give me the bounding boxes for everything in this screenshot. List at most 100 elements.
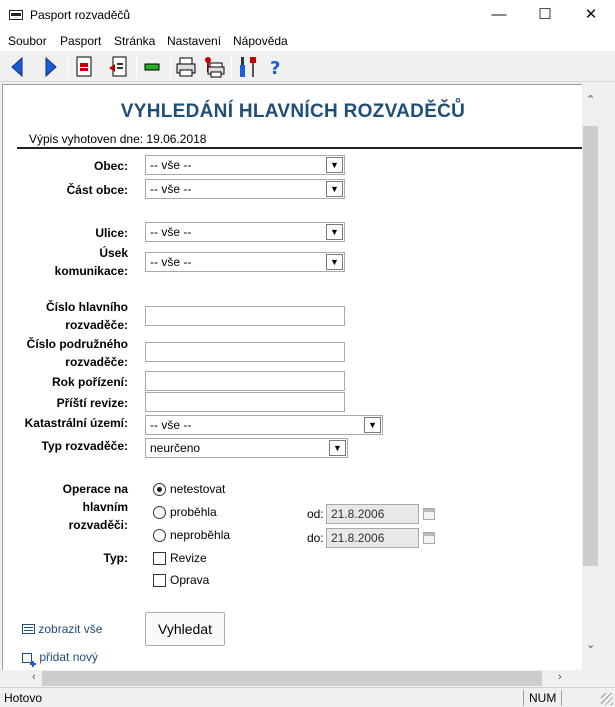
radio-netestovat-label: netestovat (170, 482, 226, 496)
horizontal-scrollbar[interactable]: ‹ › (2, 670, 599, 687)
rok-porizeni-label: Rok pořízení: (51, 375, 128, 389)
list-icon (22, 624, 35, 634)
printer-icon[interactable] (174, 55, 198, 79)
radio-probehla[interactable] (153, 506, 166, 519)
content-area: VYHLEDÁNÍ HLAVNÍCH ROZVADĚČŮ Výpis vyhot… (2, 84, 582, 670)
print-settings-icon[interactable] (202, 55, 226, 79)
show-all-label: zobrazit vše (38, 622, 103, 636)
cislo-podruzneho-label: Číslo podružného rozvaděče: (13, 335, 128, 371)
cislo-hlavniho-label: Číslo hlavního rozvaděče: (13, 298, 128, 334)
num-lock-indicator: NUM (529, 691, 557, 705)
menu-nastaveni[interactable]: Nastavení (167, 34, 221, 48)
show-all-link[interactable]: zobrazit vše (22, 622, 102, 636)
maximize-button[interactable]: ☐ (522, 0, 568, 31)
ulice-label: Ulice: (95, 226, 128, 240)
obec-label: Obec: (93, 159, 128, 173)
chevron-down-icon: ▼ (326, 254, 343, 270)
scroll-right-icon[interactable]: › (558, 671, 562, 683)
usek-select[interactable]: -- vše -- ▼ (145, 252, 345, 272)
svg-text:?: ? (270, 58, 280, 79)
usek-select-value: -- vše -- (150, 255, 192, 269)
chevron-down-icon: ▼ (329, 440, 346, 456)
add-icon (22, 653, 36, 667)
resize-grip-icon[interactable] (601, 693, 613, 705)
obec-select-value: -- vše -- (150, 158, 192, 172)
toolbar: ? (0, 51, 615, 82)
vertical-scrollbar[interactable]: ⌃ ⌄ (582, 84, 599, 670)
do-label: do: (307, 531, 324, 545)
green-bar-icon[interactable] (141, 55, 165, 79)
forward-arrow-icon[interactable] (38, 55, 62, 79)
radio-probehla-label: proběhla (170, 505, 217, 519)
tools-icon[interactable] (236, 55, 260, 79)
pristi-revize-label: Příští revize: (56, 396, 128, 410)
title-divider (17, 147, 582, 149)
scroll-up-icon[interactable]: ⌃ (586, 93, 595, 106)
od-label: od: (307, 507, 324, 521)
chevron-down-icon: ▼ (326, 224, 343, 240)
typ-rozvadece-label: Typ rozvaděče: (41, 439, 128, 453)
calendar-icon[interactable] (423, 532, 435, 544)
oprava-checkbox-label: Oprava (170, 573, 210, 587)
od-date-input[interactable]: 21.8.2006 (326, 504, 419, 524)
scroll-left-icon[interactable]: ‹ (32, 671, 36, 683)
status-text: Hotovo (4, 691, 43, 705)
pristi-revize-input[interactable] (145, 392, 345, 412)
calendar-icon[interactable] (423, 508, 435, 520)
cislo-hlavniho-label-line2: rozvaděče: (65, 318, 128, 332)
app-icon (9, 10, 23, 20)
cast-obce-select-value: -- vše -- (150, 182, 192, 196)
katastralni-uzemi-select[interactable]: -- vše -- ▼ (145, 415, 383, 435)
document-icon[interactable] (72, 55, 96, 79)
revize-checkbox-label: Revize (170, 551, 207, 565)
menu-soubor[interactable]: Soubor (8, 34, 47, 48)
scroll-down-icon[interactable]: ⌄ (586, 638, 595, 651)
search-button[interactable]: Vyhledat (145, 612, 225, 646)
close-button[interactable]: ✕ (568, 0, 614, 31)
report-date: Výpis vyhotoven dne: 19.06.2018 (29, 132, 207, 146)
back-arrow-icon[interactable] (6, 55, 30, 79)
minimize-button[interactable]: — (476, 0, 522, 31)
page-title: VYHLEDÁNÍ HLAVNÍCH ROZVADĚČŮ (120, 101, 466, 122)
usek-label-line1: Úsek (99, 246, 128, 260)
cislo-hlavniho-label-line1: Číslo hlavního (45, 300, 128, 314)
do-date-input[interactable]: 21.8.2006 (326, 528, 419, 548)
revize-checkbox[interactable] (153, 552, 166, 565)
menu-stranka[interactable]: Stránka (114, 34, 155, 48)
typ-rozvadece-select-value: neurčeno (150, 441, 201, 455)
export-icon[interactable] (106, 55, 130, 79)
typ-rozvadece-select[interactable]: neurčeno ▼ (145, 438, 348, 458)
title-bar: Pasport rozvaděčů — ☐ ✕ (0, 0, 615, 31)
katastralni-uzemi-select-value: -- vše -- (150, 418, 192, 432)
cast-obce-select[interactable]: -- vše -- ▼ (145, 179, 345, 199)
radio-netestovat[interactable] (153, 483, 166, 496)
window-title: Pasport rozvaděčů (30, 8, 131, 22)
cislo-podruzneho-label-line1: Číslo podružného (26, 337, 128, 351)
cislo-podruzneho-label-line2: rozvaděče: (65, 355, 128, 369)
rok-porizeni-input[interactable] (145, 371, 345, 391)
ulice-select[interactable]: -- vše -- ▼ (145, 222, 345, 242)
cast-obce-label: Část obce: (66, 183, 128, 197)
chevron-down-icon: ▼ (326, 181, 343, 197)
typ-label: Typ: (103, 551, 128, 565)
status-bar: Hotovo NUM (0, 687, 615, 707)
cislo-podruzneho-input[interactable] (145, 342, 345, 362)
operace-label: Operace na hlavním rozvaděči: (13, 480, 128, 534)
add-new-link[interactable]: přidat nový (22, 650, 98, 667)
cislo-hlavniho-input[interactable] (145, 306, 345, 326)
operace-label-line1: Operace na (62, 482, 128, 496)
radio-neprobehla[interactable] (153, 529, 166, 542)
chevron-down-icon: ▼ (364, 417, 381, 433)
menu-pasport[interactable]: Pasport (60, 34, 101, 48)
radio-neprobehla-label: neproběhla (170, 528, 231, 542)
operace-label-line3: rozvaděči: (68, 518, 128, 532)
usek-label-line2: komunikace: (54, 264, 128, 278)
help-icon[interactable]: ? (264, 55, 288, 79)
horizontal-scroll-thumb[interactable] (42, 671, 542, 686)
vertical-scroll-thumb[interactable] (583, 126, 598, 566)
operace-label-line2: hlavním (82, 500, 128, 514)
obec-select[interactable]: -- vše -- ▼ (145, 155, 345, 175)
chevron-down-icon: ▼ (326, 157, 343, 173)
oprava-checkbox[interactable] (153, 574, 166, 587)
menu-napoveda[interactable]: Nápověda (233, 34, 288, 48)
